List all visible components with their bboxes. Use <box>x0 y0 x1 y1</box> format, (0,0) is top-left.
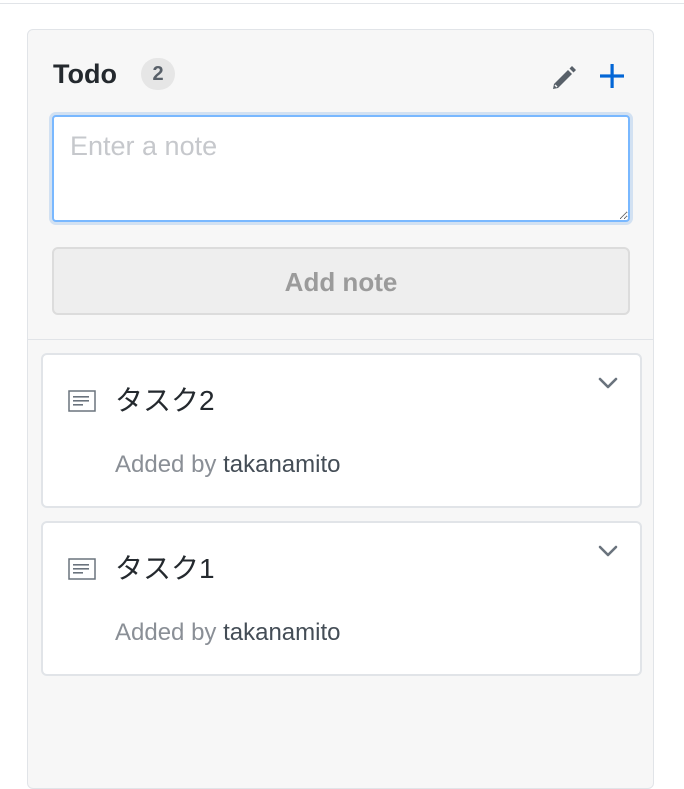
add-note-button[interactable]: Add note <box>52 247 630 315</box>
card-title: タスク1 <box>115 553 215 584</box>
note-icon <box>68 558 96 580</box>
card-meta: Added by takanamito <box>115 619 341 647</box>
note-card[interactable]: タスク2 Added by takanamito <box>41 353 642 508</box>
column-divider <box>28 339 653 340</box>
card-title: タスク2 <box>115 385 215 416</box>
card-author[interactable]: takanamito <box>223 619 340 646</box>
note-icon <box>68 390 96 412</box>
pencil-icon[interactable] <box>548 62 580 94</box>
chevron-down-icon[interactable] <box>596 541 620 561</box>
column-count-badge: 2 <box>141 58 175 90</box>
column-header: Todo 2 <box>28 30 653 100</box>
plus-icon[interactable] <box>597 61 627 91</box>
add-note-form: Add note <box>52 115 630 315</box>
column-title: Todo <box>53 59 117 89</box>
added-by-label: Added by <box>115 619 217 646</box>
project-column-todo: Todo 2 Add note タスク2 Added by takanamito <box>27 29 654 789</box>
note-input[interactable] <box>52 115 630 222</box>
top-border <box>0 0 684 4</box>
card-meta: Added by takanamito <box>115 451 341 479</box>
chevron-down-icon[interactable] <box>596 373 620 393</box>
card-author[interactable]: takanamito <box>223 451 340 478</box>
note-card[interactable]: タスク1 Added by takanamito <box>41 521 642 676</box>
added-by-label: Added by <box>115 451 217 478</box>
